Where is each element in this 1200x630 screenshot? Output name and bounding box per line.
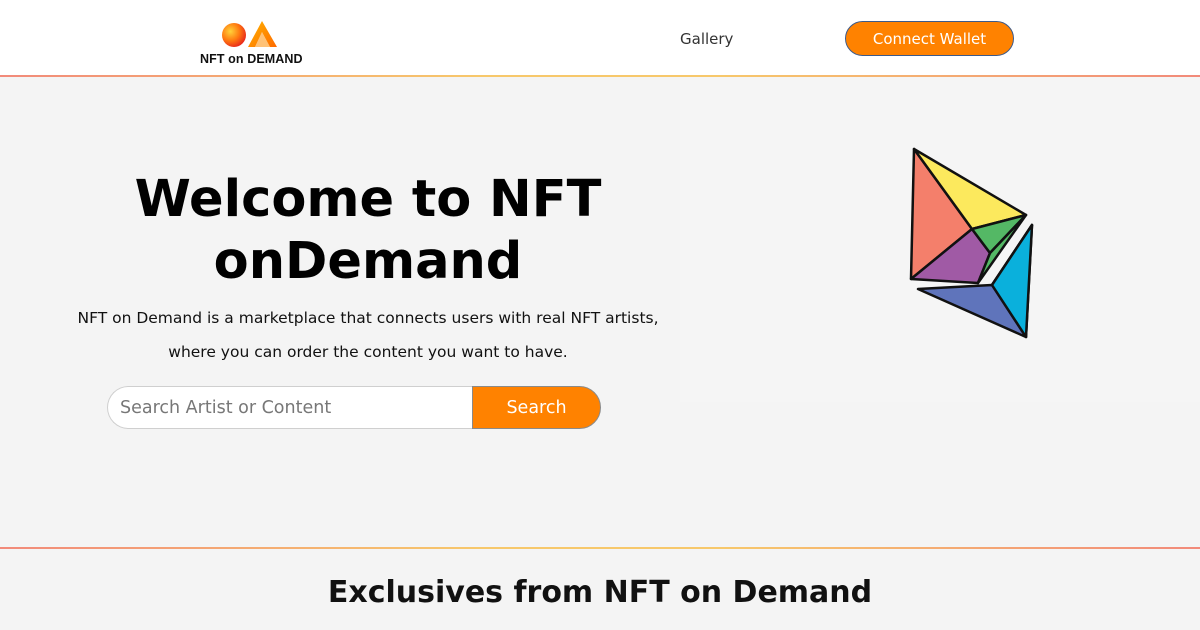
hero-title: Welcome to NFT onDemand: [134, 170, 602, 291]
nav-link-gallery[interactable]: Gallery: [680, 30, 733, 48]
header: NFT on DEMAND Gallery Connect Wallet: [0, 0, 1200, 76]
ethereum-logo-icon: [909, 147, 1034, 339]
exclusives-title: Exclusives from NFT on Demand: [327, 575, 873, 610]
search-input[interactable]: [107, 386, 473, 429]
hero-description: NFT on Demand is a marketplace that conn…: [77, 309, 659, 361]
hero-section: Welcome to NFT onDemand NFT on Demand is…: [0, 77, 1200, 547]
logo-text: NFT on DEMAND: [200, 52, 303, 66]
logo-icon: [222, 21, 277, 47]
section-divider: [0, 547, 1200, 549]
connect-wallet-button[interactable]: Connect Wallet: [845, 21, 1014, 56]
search-button[interactable]: Search: [472, 386, 601, 429]
site-logo[interactable]: NFT on DEMAND: [198, 18, 314, 68]
search-bar: Search: [107, 386, 601, 429]
hero-illustration-panel: [680, 77, 1200, 402]
